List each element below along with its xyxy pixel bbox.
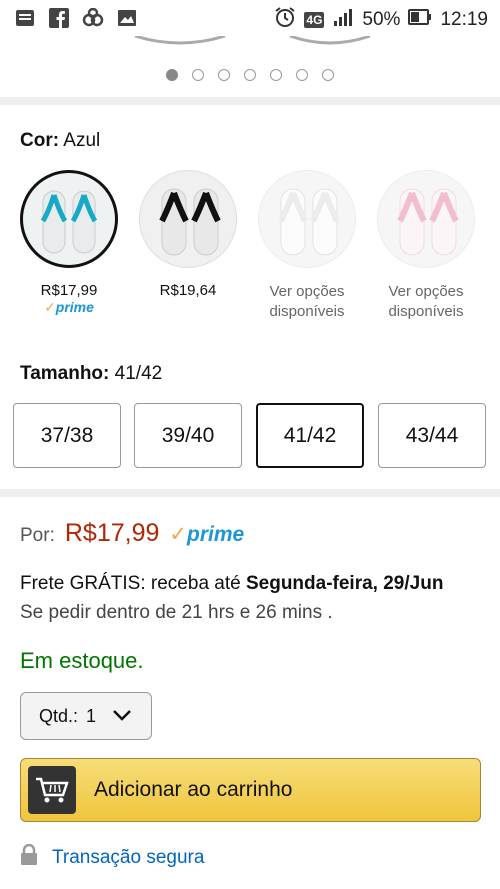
qty-value: 1: [86, 705, 97, 726]
chevron-down-icon: [112, 706, 132, 727]
product-image-bottom-edge[interactable]: [0, 36, 500, 66]
clock-time: 12:19: [440, 9, 488, 30]
swatch-branco[interactable]: Ver opções disponíveis: [258, 170, 356, 322]
flipflop-blue-image: [20, 170, 118, 268]
status-bar: 4G 50% 12:19: [0, 0, 500, 36]
alarm-icon: [274, 6, 296, 34]
flipflop-black-image: [139, 170, 237, 268]
secure-label: Transação segura: [52, 847, 205, 868]
message-icon: [14, 7, 36, 29]
size-button-39-40[interactable]: 39/40: [134, 403, 242, 468]
size-value: 41/42: [114, 363, 163, 384]
swatch-rosa[interactable]: Ver opções disponíveis: [377, 170, 475, 322]
flipflop-pink-image: [377, 170, 475, 268]
add-to-cart-button[interactable]: Adicionar ao carrinho: [20, 758, 481, 822]
secure-transaction-link[interactable]: Transação segura: [20, 843, 205, 872]
carousel-dot[interactable]: [322, 69, 334, 81]
flipflop-white-image: [258, 170, 356, 268]
color-value: Azul: [63, 130, 101, 151]
battery-percent: 50%: [362, 9, 401, 30]
signal-icon: [332, 8, 354, 32]
size-button-37-38[interactable]: 37/38: [13, 403, 121, 468]
order-deadline: Se pedir dentro de 21 hrs e 26 mins .: [20, 602, 333, 623]
swatch-options-text: Ver opções disponíveis: [269, 283, 345, 320]
biohazard-icon: [82, 7, 104, 29]
size-label: Tamanho: 41/42: [20, 363, 163, 384]
cart-icon: [28, 766, 76, 814]
carousel-dot[interactable]: [296, 69, 308, 81]
prime-badge: ✓prime: [169, 523, 245, 546]
color-label: Cor: Azul: [20, 130, 101, 151]
carousel-dot[interactable]: [244, 69, 256, 81]
add-to-cart-label: Adicionar ao carrinho: [94, 778, 293, 801]
delivery-date: Segunda-feira, 29/Jun: [245, 573, 444, 594]
size-options: 37/38 39/40 41/42 43/44: [13, 403, 487, 469]
carousel-dots[interactable]: [0, 69, 500, 81]
carousel-dot[interactable]: [166, 69, 178, 81]
delivery-info: Frete GRÁTIS: receba até Segunda-feira, …: [20, 573, 444, 594]
size-button-41-42[interactable]: 41/42: [256, 403, 364, 468]
price-row: Por: R$17,99 ✓prime: [20, 519, 244, 548]
swatch-preto[interactable]: R$19,64: [139, 170, 237, 299]
lock-icon: [20, 843, 38, 872]
facebook-icon: [48, 7, 70, 29]
section-divider: [0, 489, 500, 497]
quantity-select[interactable]: Qtd.: 1: [20, 692, 152, 740]
color-swatches: R$17,99 ✓prime R$19,64 Ver opções dispon…: [20, 170, 480, 330]
qty-label: Qtd.:: [39, 705, 79, 726]
price: R$17,99: [64, 519, 160, 547]
network-type-badge: 4G: [304, 12, 325, 28]
prime-badge: ✓prime: [44, 299, 94, 315]
swatch-options-text: Ver opções disponíveis: [388, 283, 464, 320]
por-label: Por:: [20, 525, 55, 546]
carousel-dot[interactable]: [192, 69, 204, 81]
battery-icon: [408, 8, 432, 32]
swatch-azul[interactable]: R$17,99 ✓prime: [20, 170, 118, 316]
size-button-43-44[interactable]: 43/44: [378, 403, 486, 468]
section-divider: [0, 97, 500, 105]
carousel-dot[interactable]: [270, 69, 282, 81]
stock-status: Em estoque.: [20, 648, 144, 673]
swatch-price: R$17,99: [40, 282, 98, 299]
swatch-price: R$19,64: [159, 282, 217, 299]
carousel-dot[interactable]: [218, 69, 230, 81]
image-icon: [116, 7, 138, 29]
